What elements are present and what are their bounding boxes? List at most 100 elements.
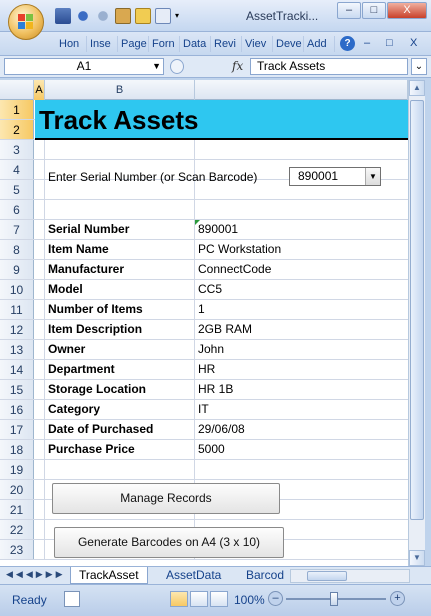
ribbon-minimize-button[interactable]: – [364,37,370,49]
cell-c[interactable] [195,140,408,159]
redo-icon[interactable] [95,8,111,24]
page-break-view-icon[interactable] [210,591,228,607]
row-header[interactable]: 18 [0,440,34,459]
row-header[interactable]: 23 [0,540,34,559]
ribbon-tab[interactable]: Add [304,36,335,52]
cell-a[interactable] [34,220,45,239]
row-header[interactable]: 17 [0,420,34,439]
row-header[interactable]: 4 [0,160,34,179]
row-header[interactable]: 5 [0,180,34,199]
cell-a[interactable] [34,320,45,339]
macro-record-icon[interactable] [64,591,80,607]
customize-qat-icon[interactable]: ▾ [175,8,183,24]
field-label[interactable]: Purchase Price [45,440,195,459]
field-label[interactable]: Model [45,280,195,299]
scroll-down-icon[interactable]: ▼ [409,550,425,566]
cell-a[interactable] [34,420,45,439]
cell-b[interactable] [45,180,195,199]
ribbon-close-button[interactable]: X [410,37,417,49]
field-label[interactable]: Date of Purchased [45,420,195,439]
row-header[interactable]: 12 [0,320,34,339]
window-icon[interactable] [155,8,171,24]
cell-a[interactable] [34,440,45,459]
sheet-nav-icons[interactable]: ◀◀◀▶▶▶ [6,569,66,580]
column-header-c[interactable] [195,80,408,100]
ribbon-tab[interactable]: Forn [149,36,180,52]
office-button[interactable] [8,4,44,40]
row-header[interactable]: 19 [0,460,34,479]
cell-a[interactable] [34,160,45,179]
cell-b[interactable] [45,160,195,179]
row-header[interactable]: 6 [0,200,34,219]
cell-a[interactable] [34,260,45,279]
ribbon-tab[interactable]: Deve [273,36,304,52]
column-header-a[interactable]: A [34,80,45,100]
cell-c[interactable] [195,180,408,199]
horizontal-scroll-thumb[interactable] [307,571,347,581]
row-header[interactable]: 3 [0,140,34,159]
cell-b[interactable] [45,540,195,559]
field-label[interactable]: Item Description [45,320,195,339]
macro-icon[interactable] [115,8,131,24]
row-header[interactable]: 7 [0,220,34,239]
field-value[interactable]: ConnectCode [195,260,408,279]
cell-c[interactable] [195,460,408,479]
field-value[interactable]: PC Workstation [195,240,408,259]
page-title[interactable]: Track Assets [35,100,408,140]
field-label[interactable]: Manufacturer [45,260,195,279]
insert-function-icon[interactable]: fx [232,59,243,73]
row-header[interactable]: 22 [0,520,34,539]
cell-c[interactable] [195,480,408,499]
row-header[interactable]: 21 [0,500,34,519]
horizontal-scrollbar[interactable] [290,569,410,583]
name-box[interactable]: A1 ▼ [4,58,164,75]
field-label[interactable]: Item Name [45,240,195,259]
zoom-out-icon[interactable]: – [268,591,283,606]
select-all-corner[interactable] [0,80,34,100]
cell-a[interactable] [34,520,45,539]
cell-b[interactable] [45,140,195,159]
undo-icon[interactable] [75,8,91,24]
ribbon-restore-button[interactable]: □ [386,37,393,49]
formula-resize-handle[interactable] [170,59,184,74]
ribbon-tab[interactable]: Page [118,36,149,52]
field-value[interactable]: 29/06/08 [195,420,408,439]
page-layout-view-icon[interactable] [190,591,208,607]
close-button[interactable]: X [387,2,427,19]
field-label[interactable]: Owner [45,340,195,359]
vertical-scroll-thumb[interactable] [410,100,424,520]
cell-b[interactable] [45,460,195,479]
zoom-in-icon[interactable]: + [390,591,405,606]
cell-a[interactable] [34,180,45,199]
ribbon-tab[interactable]: Data [180,36,211,52]
field-label[interactable]: Number of Items [45,300,195,319]
maximize-button[interactable]: □ [362,2,386,19]
row-header[interactable]: 9 [0,260,34,279]
help-icon[interactable]: ? [340,36,355,51]
field-value[interactable]: John [195,340,408,359]
cell-a[interactable] [34,540,45,559]
cell-a[interactable] [34,460,45,479]
zoom-slider-thumb[interactable] [330,592,338,606]
field-value[interactable]: 890001 [195,220,408,239]
worksheet-grid[interactable]: 1 2 3 4 5 6 7 Serial Number 890001 8 Item Name PC W… [0,100,408,566]
cell-a[interactable] [34,200,45,219]
ribbon-tab[interactable]: Revi [211,36,242,52]
open-folder-icon[interactable] [135,8,151,24]
cell-a[interactable] [34,360,45,379]
cell-a[interactable] [34,300,45,319]
cell-a[interactable] [34,380,45,399]
zoom-level[interactable]: 100% [234,593,265,607]
cell-c[interactable] [195,200,408,219]
cell-c[interactable] [195,500,408,519]
sheet-tab-assetdata[interactable]: AssetData [158,567,229,584]
cell-a[interactable] [34,500,45,519]
row-header[interactable]: 13 [0,340,34,359]
ribbon-tab[interactable]: Hon [56,36,87,52]
scroll-up-icon[interactable]: ▲ [409,80,425,96]
cell-b[interactable] [45,500,195,519]
formula-input[interactable]: Track Assets [250,58,408,75]
cell-b[interactable] [45,200,195,219]
row-header[interactable]: 2 [0,120,34,139]
ribbon-tab[interactable]: Viev [242,36,273,52]
